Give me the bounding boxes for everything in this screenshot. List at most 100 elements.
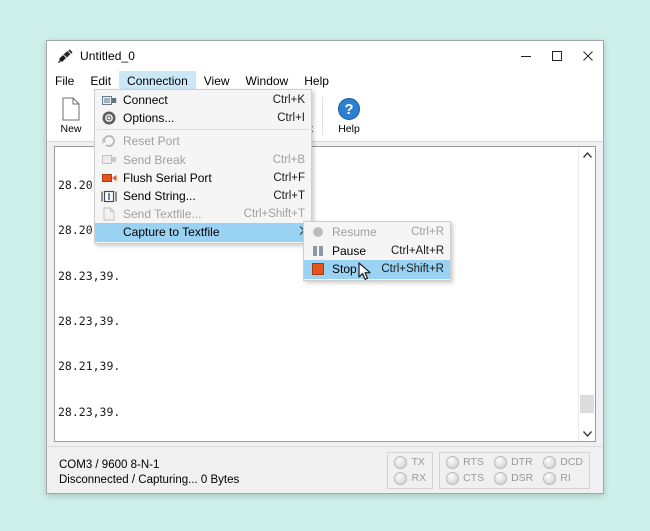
led-label: TX	[411, 456, 424, 468]
status-text-group: COM3 / 9600 8-N-1 Disconnected / Capturi…	[47, 447, 384, 493]
menu-item-connect-label: Connect	[123, 93, 261, 107]
led-label: CTS	[463, 472, 484, 484]
led-column: DTR DSR	[494, 456, 533, 485]
led-dsr: DSR	[494, 472, 533, 485]
stop-square-icon	[304, 263, 332, 275]
menu-item-connect-shortcut: Ctrl+K	[261, 94, 305, 106]
toolbar-help-button[interactable]: ? Help	[325, 91, 373, 141]
reset-icon	[95, 135, 123, 148]
resume-circle-icon	[304, 226, 332, 238]
led-indicator-icon	[394, 456, 407, 469]
menu-item-reset-port-label: Reset Port	[123, 134, 293, 148]
connection-dropdown-menu: Connect Ctrl+K Options... Ctrl+I Reset P…	[94, 89, 312, 244]
submenu-item-stop-shortcut: Ctrl+Shift+R	[369, 263, 444, 275]
menu-item-options-shortcut: Ctrl+I	[265, 112, 305, 124]
led-indicator-icon	[494, 472, 507, 485]
scrollbar-track[interactable]	[579, 163, 595, 425]
menu-item-send-string-shortcut: Ctrl+T	[261, 190, 305, 202]
menu-item-flush-serial-port-label: Flush Serial Port	[123, 171, 261, 185]
signal-leds: TX RX RTS CTS	[384, 447, 603, 493]
led-cts: CTS	[446, 472, 484, 485]
toolbar-new-label: New	[60, 123, 81, 135]
menu-item-options-label: Options...	[123, 111, 265, 125]
menu-window[interactable]: Window	[238, 71, 297, 91]
submenu-item-stop-label: Stop	[332, 262, 369, 276]
led-label: DSR	[511, 472, 533, 484]
led-column: TX RX	[394, 456, 426, 485]
window-controls	[510, 41, 603, 71]
terminal-line: 28.23,39.	[58, 405, 578, 420]
svg-text:?: ?	[344, 101, 353, 118]
led-label: DCD	[560, 456, 583, 468]
menu-item-reset-port[interactable]: Reset Port	[95, 132, 311, 150]
led-rx: RX	[394, 472, 426, 485]
capture-to-textfile-submenu: Resume Ctrl+R Pause Ctrl+Alt+R Stop Ctrl…	[303, 221, 451, 281]
menu-item-options[interactable]: Options... Ctrl+I	[95, 109, 311, 127]
close-icon[interactable]	[572, 41, 603, 71]
menu-item-send-string[interactable]: Send String... Ctrl+T	[95, 187, 311, 205]
status-port-info: COM3 / 9600 8-N-1	[59, 459, 384, 471]
led-indicator-icon	[543, 472, 556, 485]
led-label: RX	[411, 472, 426, 484]
menu-item-send-break-label: Send Break	[123, 153, 261, 167]
led-indicator-icon	[446, 456, 459, 469]
led-rts: RTS	[446, 456, 484, 469]
menu-item-send-break[interactable]: Send Break Ctrl+B	[95, 151, 311, 169]
menu-file[interactable]: File	[47, 71, 82, 91]
led-ri: RI	[543, 472, 583, 485]
led-group-txrx: TX RX	[387, 452, 433, 489]
scrollbar-thumb[interactable]	[580, 395, 594, 413]
new-document-icon	[60, 97, 82, 121]
led-dcd: DCD	[543, 456, 583, 469]
menu-separator	[97, 129, 309, 130]
menu-item-send-textfile[interactable]: Send Textfile... Ctrl+Shift+T	[95, 205, 311, 223]
menu-item-capture-to-textfile[interactable]: Capture to Textfile	[95, 223, 311, 241]
window-title: Untitled_0	[80, 49, 135, 63]
menu-item-flush-serial-port[interactable]: Flush Serial Port Ctrl+F	[95, 169, 311, 187]
menu-item-connect[interactable]: Connect Ctrl+K	[95, 91, 311, 109]
menu-item-send-break-shortcut: Ctrl+B	[261, 154, 305, 166]
pause-bars-icon	[304, 245, 332, 257]
send-string-icon	[95, 190, 123, 203]
led-label: RI	[560, 472, 571, 484]
gear-icon	[95, 111, 123, 125]
toolbar-new-button[interactable]: New	[47, 91, 95, 141]
submenu-item-resume[interactable]: Resume Ctrl+R	[304, 223, 450, 242]
menu-view[interactable]: View	[196, 71, 238, 91]
led-column: DCD RI	[543, 456, 583, 485]
led-tx: TX	[394, 456, 426, 469]
menu-edit[interactable]: Edit	[82, 71, 119, 91]
status-connection-state: Disconnected / Capturing... 0 Bytes	[59, 474, 384, 486]
menu-item-capture-to-textfile-label: Capture to Textfile	[123, 225, 289, 239]
submenu-item-stop[interactable]: Stop Ctrl+Shift+R	[304, 260, 450, 279]
minimize-icon[interactable]	[510, 41, 541, 71]
led-dtr: DTR	[494, 456, 533, 469]
led-indicator-icon	[543, 456, 556, 469]
led-label: RTS	[463, 456, 484, 468]
submenu-item-pause-label: Pause	[332, 244, 379, 258]
help-question-icon: ?	[337, 97, 361, 121]
menu-bar: File Edit Connection View Window Help	[47, 71, 603, 91]
title-bar[interactable]: Untitled_0	[47, 41, 603, 71]
led-column: RTS CTS	[446, 456, 484, 485]
menu-connection[interactable]: Connection	[119, 71, 196, 91]
scroll-up-icon[interactable]	[579, 147, 595, 163]
led-indicator-icon	[446, 472, 459, 485]
toolbar-separator	[322, 97, 323, 135]
menu-help[interactable]: Help	[296, 71, 337, 91]
led-indicator-icon	[394, 472, 407, 485]
submenu-item-pause[interactable]: Pause Ctrl+Alt+R	[304, 242, 450, 261]
toolbar-help-label: Help	[338, 123, 360, 135]
serial-plug-icon	[57, 48, 73, 64]
scroll-down-icon[interactable]	[579, 425, 595, 441]
submenu-item-resume-shortcut: Ctrl+R	[399, 226, 444, 238]
menu-item-send-textfile-shortcut: Ctrl+Shift+T	[232, 208, 305, 220]
terminal-line: 28.21,39.	[58, 359, 578, 374]
led-label: DTR	[511, 456, 533, 468]
terminal-line: 28.23,39.	[58, 314, 578, 329]
vertical-scrollbar[interactable]	[578, 147, 595, 441]
maximize-icon[interactable]	[541, 41, 572, 71]
menu-item-send-textfile-label: Send Textfile...	[123, 207, 232, 221]
menu-item-flush-serial-port-shortcut: Ctrl+F	[261, 172, 305, 184]
led-group-modem-signals: RTS CTS DTR DSR	[439, 452, 590, 489]
